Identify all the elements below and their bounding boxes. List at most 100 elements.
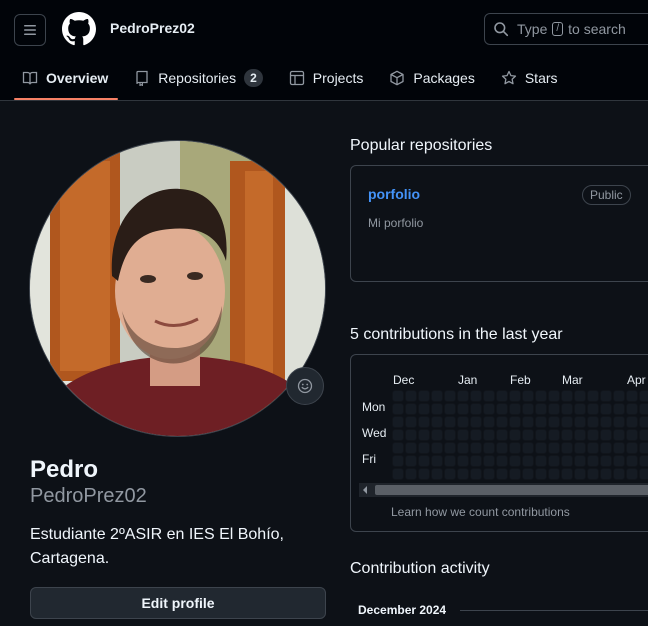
contribution-day-cell[interactable]	[614, 456, 624, 466]
contribution-day-cell[interactable]	[523, 469, 533, 479]
contribution-day-cell[interactable]	[497, 391, 507, 401]
contribution-day-cell[interactable]	[458, 443, 468, 453]
contribution-day-cell[interactable]	[458, 404, 468, 414]
contribution-day-cell[interactable]	[640, 456, 648, 466]
edit-profile-button[interactable]: Edit profile	[30, 587, 326, 619]
contribution-day-cell[interactable]	[393, 430, 403, 440]
contribution-day-cell[interactable]	[393, 443, 403, 453]
contribution-day-cell[interactable]	[523, 417, 533, 427]
contribution-day-cell[interactable]	[536, 430, 546, 440]
contribution-day-cell[interactable]	[445, 443, 455, 453]
contribution-day-cell[interactable]	[406, 391, 416, 401]
contribution-day-cell[interactable]	[640, 391, 648, 401]
scroll-left-arrow-icon[interactable]	[363, 486, 367, 494]
contribution-day-cell[interactable]	[445, 404, 455, 414]
contribution-day-cell[interactable]	[393, 404, 403, 414]
contribution-day-cell[interactable]	[614, 417, 624, 427]
contribution-day-cell[interactable]	[614, 469, 624, 479]
contribution-day-cell[interactable]	[458, 391, 468, 401]
contribution-day-cell[interactable]	[575, 443, 585, 453]
contribution-day-cell[interactable]	[419, 456, 429, 466]
contribution-day-cell[interactable]	[406, 443, 416, 453]
contribution-day-cell[interactable]	[588, 417, 598, 427]
contribution-day-cell[interactable]	[497, 430, 507, 440]
contribution-day-cell[interactable]	[640, 443, 648, 453]
contribution-day-cell[interactable]	[588, 469, 598, 479]
contribution-day-cell[interactable]	[536, 417, 546, 427]
contribution-day-cell[interactable]	[575, 456, 585, 466]
contribution-day-cell[interactable]	[419, 469, 429, 479]
contribution-day-cell[interactable]	[484, 391, 494, 401]
contribution-day-cell[interactable]	[497, 417, 507, 427]
contribution-day-cell[interactable]	[510, 391, 520, 401]
contribution-day-cell[interactable]	[627, 430, 637, 440]
contribution-day-cell[interactable]	[549, 456, 559, 466]
contribution-day-cell[interactable]	[419, 443, 429, 453]
avatar[interactable]	[29, 140, 326, 437]
contribution-day-cell[interactable]	[549, 443, 559, 453]
contribution-day-cell[interactable]	[510, 443, 520, 453]
contribution-day-cell[interactable]	[601, 391, 611, 401]
contribution-day-cell[interactable]	[588, 391, 598, 401]
contribution-day-cell[interactable]	[575, 391, 585, 401]
contribution-day-cell[interactable]	[601, 469, 611, 479]
contribution-day-cell[interactable]	[627, 456, 637, 466]
repo-name-link[interactable]: porfolio	[368, 186, 420, 202]
contribution-day-cell[interactable]	[471, 469, 481, 479]
contribution-day-cell[interactable]	[432, 456, 442, 466]
contribution-day-cell[interactable]	[640, 469, 648, 479]
learn-contributions-link[interactable]: Learn how we count contributions	[391, 505, 570, 519]
contribution-day-cell[interactable]	[640, 404, 648, 414]
contribution-day-cell[interactable]	[458, 430, 468, 440]
contribution-day-cell[interactable]	[471, 430, 481, 440]
contribution-day-cell[interactable]	[432, 417, 442, 427]
contribution-day-cell[interactable]	[510, 469, 520, 479]
contribution-day-cell[interactable]	[562, 443, 572, 453]
contribution-day-cell[interactable]	[627, 391, 637, 401]
contribution-day-cell[interactable]	[432, 391, 442, 401]
contribution-day-cell[interactable]	[484, 443, 494, 453]
contribution-day-cell[interactable]	[471, 404, 481, 414]
contribution-day-cell[interactable]	[627, 443, 637, 453]
contribution-day-cell[interactable]	[536, 469, 546, 479]
contribution-day-cell[interactable]	[458, 456, 468, 466]
contribution-day-cell[interactable]	[536, 456, 546, 466]
contribution-day-cell[interactable]	[484, 456, 494, 466]
contribution-day-cell[interactable]	[523, 404, 533, 414]
contribution-day-cell[interactable]	[497, 404, 507, 414]
contribution-day-cell[interactable]	[536, 443, 546, 453]
contribution-day-cell[interactable]	[510, 404, 520, 414]
tab-repositories[interactable]: Repositories 2	[126, 58, 273, 98]
contribution-day-cell[interactable]	[419, 391, 429, 401]
contribution-day-cell[interactable]	[458, 469, 468, 479]
contribution-day-cell[interactable]	[575, 417, 585, 427]
contribution-day-cell[interactable]	[484, 430, 494, 440]
contribution-day-cell[interactable]	[640, 430, 648, 440]
contribution-day-cell[interactable]	[445, 469, 455, 479]
tab-stars[interactable]: Stars	[493, 58, 568, 98]
contribution-day-cell[interactable]	[575, 469, 585, 479]
contribution-day-cell[interactable]	[575, 404, 585, 414]
contribution-day-cell[interactable]	[419, 417, 429, 427]
contribution-day-cell[interactable]	[393, 469, 403, 479]
contribution-day-cell[interactable]	[640, 417, 648, 427]
contribution-day-cell[interactable]	[484, 469, 494, 479]
contribution-day-cell[interactable]	[536, 404, 546, 414]
contribution-day-cell[interactable]	[588, 404, 598, 414]
contribution-day-cell[interactable]	[484, 404, 494, 414]
github-logo-icon[interactable]	[62, 12, 96, 46]
contribution-day-cell[interactable]	[497, 469, 507, 479]
contribution-day-cell[interactable]	[562, 404, 572, 414]
contribution-day-cell[interactable]	[471, 443, 481, 453]
contribution-day-cell[interactable]	[419, 430, 429, 440]
contribution-day-cell[interactable]	[497, 456, 507, 466]
contribution-day-cell[interactable]	[601, 443, 611, 453]
contribution-day-cell[interactable]	[562, 391, 572, 401]
contribution-day-cell[interactable]	[445, 456, 455, 466]
contribution-day-cell[interactable]	[432, 430, 442, 440]
contribution-day-cell[interactable]	[406, 404, 416, 414]
contribution-day-cell[interactable]	[588, 430, 598, 440]
contribution-day-cell[interactable]	[614, 391, 624, 401]
contribution-day-cell[interactable]	[510, 430, 520, 440]
contribution-day-cell[interactable]	[484, 417, 494, 427]
